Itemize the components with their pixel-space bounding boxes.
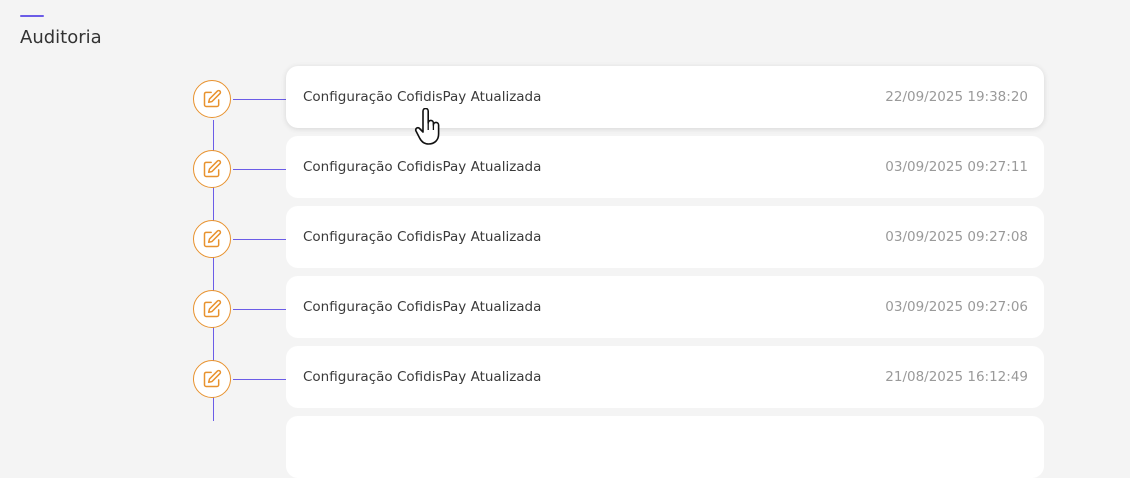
timeline-connector bbox=[233, 169, 286, 170]
audit-entry-card[interactable]: Configuração CofidisPay Atualizada 03/09… bbox=[286, 276, 1044, 338]
audit-entry-title: Configuração CofidisPay Atualizada bbox=[303, 369, 542, 385]
timeline-node bbox=[193, 290, 231, 328]
timeline-entry: Configuração CofidisPay Atualizada 03/09… bbox=[0, 276, 1130, 338]
audit-entry-title: Configuração CofidisPay Atualizada bbox=[303, 89, 542, 105]
edit-icon bbox=[203, 369, 222, 388]
audit-timeline: Configuração CofidisPay Atualizada 22/09… bbox=[0, 0, 1130, 478]
timeline-node bbox=[193, 220, 231, 258]
audit-entry-timestamp: 03/09/2025 09:27:08 bbox=[885, 229, 1028, 245]
timeline-connector bbox=[233, 239, 286, 240]
audit-entry-card[interactable]: Configuração CofidisPay Atualizada 22/09… bbox=[286, 66, 1044, 128]
timeline-connector bbox=[233, 379, 286, 380]
timeline-entry: Configuração CofidisPay Atualizada 21/08… bbox=[0, 346, 1130, 408]
timeline-connector bbox=[233, 309, 286, 310]
timeline-node bbox=[193, 80, 231, 118]
timeline-connector bbox=[233, 99, 286, 100]
audit-entry-title: Configuração CofidisPay Atualizada bbox=[303, 159, 542, 175]
audit-entry-title: Configuração CofidisPay Atualizada bbox=[303, 229, 542, 245]
audit-entry-card[interactable]: Configuração CofidisPay Atualizada 03/09… bbox=[286, 136, 1044, 198]
audit-entry-timestamp: 22/09/2025 19:38:20 bbox=[885, 89, 1028, 105]
timeline-entry: Configuração CofidisPay Atualizada 03/09… bbox=[0, 206, 1130, 268]
timeline-entry-partial bbox=[0, 416, 1130, 478]
audit-entry-title: Configuração CofidisPay Atualizada bbox=[303, 299, 542, 315]
audit-entry-timestamp: 03/09/2025 09:27:06 bbox=[885, 299, 1028, 315]
timeline-entry: Configuração CofidisPay Atualizada 22/09… bbox=[0, 66, 1130, 128]
audit-entry-timestamp: 21/08/2025 16:12:49 bbox=[885, 369, 1028, 385]
timeline-entry: Configuração CofidisPay Atualizada 03/09… bbox=[0, 136, 1130, 198]
timeline-node bbox=[193, 360, 231, 398]
audit-entry-timestamp: 03/09/2025 09:27:11 bbox=[885, 159, 1028, 175]
audit-entry-card[interactable] bbox=[286, 416, 1044, 478]
edit-icon bbox=[203, 159, 222, 178]
hand-pointer-cursor-icon bbox=[414, 108, 440, 145]
audit-entry-card[interactable]: Configuração CofidisPay Atualizada 03/09… bbox=[286, 206, 1044, 268]
edit-icon bbox=[203, 89, 222, 108]
audit-entry-card[interactable]: Configuração CofidisPay Atualizada 21/08… bbox=[286, 346, 1044, 408]
edit-icon bbox=[203, 299, 222, 318]
timeline-node bbox=[193, 150, 231, 188]
edit-icon bbox=[203, 229, 222, 248]
